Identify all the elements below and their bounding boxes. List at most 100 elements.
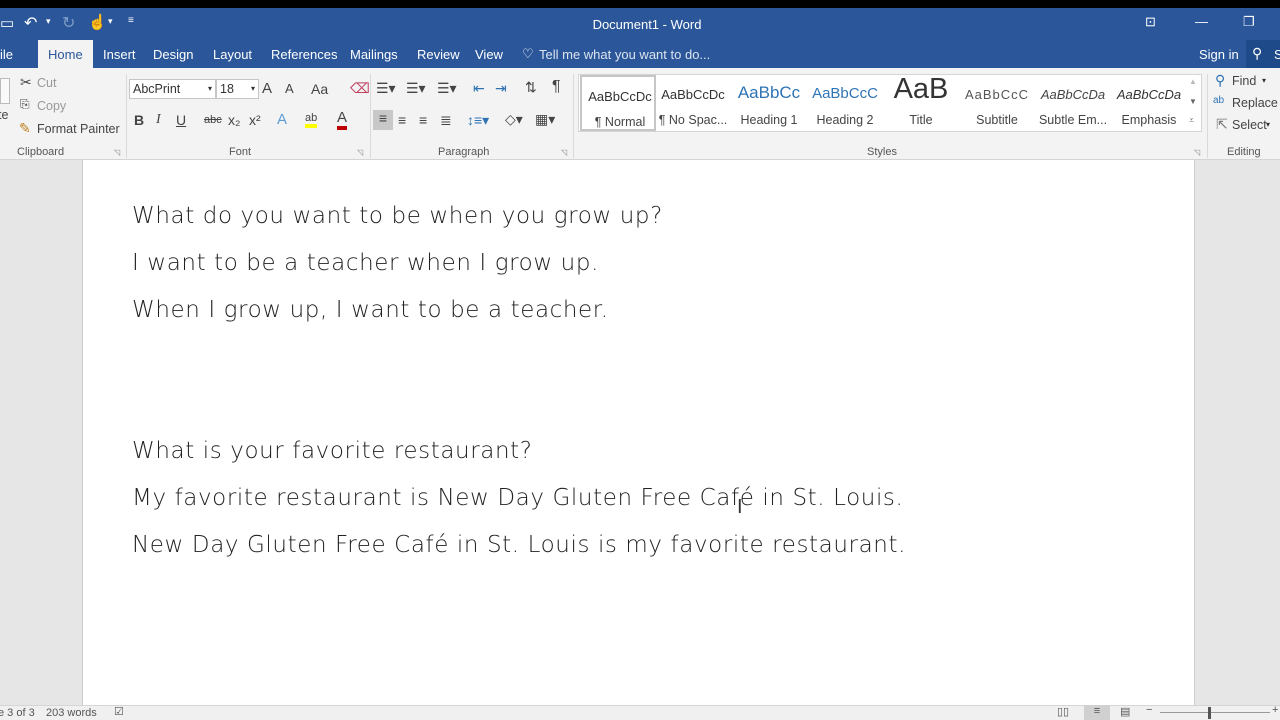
select-button[interactable]: Select bbox=[1232, 118, 1267, 132]
tab-design[interactable]: Design bbox=[145, 40, 201, 68]
tab-review[interactable]: Review bbox=[409, 40, 468, 68]
change-case-button[interactable]: Aa bbox=[311, 81, 328, 97]
restore-button[interactable]: ❐ bbox=[1243, 14, 1255, 30]
style-emphasis[interactable]: AaBbCcDa Emphasis bbox=[1111, 75, 1187, 131]
web-layout-icon[interactable]: ▤ bbox=[1120, 705, 1130, 718]
tab-layout[interactable]: Layout bbox=[205, 40, 260, 68]
style-label: Emphasis bbox=[1121, 113, 1177, 127]
document-line[interactable]: What do you want to be when you grow up? bbox=[132, 203, 663, 229]
minimize-button[interactable]: — bbox=[1195, 14, 1208, 29]
find-dropdown-icon[interactable]: ▾ bbox=[1262, 76, 1266, 85]
document-line[interactable]: New Day Gluten Free Café in St. Louis is… bbox=[132, 532, 906, 558]
style-heading-2[interactable]: AaBbCcC Heading 2 bbox=[807, 75, 883, 131]
clear-formatting-icon[interactable]: ⌫ bbox=[350, 80, 370, 97]
zoom-slider[interactable] bbox=[1160, 712, 1270, 713]
bold-button[interactable]: B bbox=[134, 112, 144, 128]
align-right-button[interactable]: ≡ bbox=[419, 112, 427, 128]
style-preview: AaBbCc bbox=[737, 83, 801, 102]
word-count[interactable]: 203 words bbox=[46, 707, 97, 719]
style-subtle-emphasis[interactable]: AaBbCcDa Subtle Em... bbox=[1035, 75, 1111, 131]
replace-icon: ab bbox=[1213, 95, 1225, 106]
numbering-button[interactable]: ☰▾ bbox=[406, 80, 426, 97]
show-hide-button[interactable]: ¶ bbox=[552, 78, 561, 96]
paste-button[interactable]: te bbox=[0, 108, 8, 122]
tab-view[interactable]: View bbox=[467, 40, 511, 68]
cut-button[interactable]: Cut bbox=[37, 76, 56, 90]
style-preview: AaBbCcDa bbox=[1040, 87, 1106, 102]
tab-references[interactable]: References bbox=[263, 40, 345, 68]
styles-more-button[interactable]: ⩡ bbox=[1189, 115, 1194, 126]
window-title: Document1 - Word bbox=[592, 17, 702, 32]
format-painter-button[interactable]: Format Painter bbox=[37, 122, 120, 136]
multilevel-list-button[interactable]: ☰▾ bbox=[437, 80, 457, 97]
read-mode-icon[interactable]: ▯▯ bbox=[1057, 705, 1069, 718]
borders-button[interactable]: ▦▾ bbox=[535, 111, 555, 128]
text-effects-button[interactable]: A bbox=[277, 111, 287, 128]
superscript-button[interactable]: x² bbox=[249, 112, 261, 128]
font-launcher-icon[interactable]: ◹ bbox=[357, 148, 363, 157]
underline-button[interactable]: U bbox=[176, 112, 186, 128]
tab-file[interactable]: ile bbox=[0, 40, 21, 68]
italic-button[interactable]: I bbox=[156, 112, 161, 128]
tab-insert[interactable]: Insert bbox=[95, 40, 144, 68]
group-label-paragraph: Paragraph bbox=[438, 146, 490, 158]
decrease-indent-button[interactable]: ⇤ bbox=[473, 80, 485, 97]
style-preview: AaB bbox=[893, 73, 949, 105]
tab-home[interactable]: Home bbox=[38, 40, 93, 68]
font-color-button[interactable]: A bbox=[337, 110, 348, 130]
page-count[interactable]: e 3 of 3 bbox=[0, 707, 35, 719]
style-label: ¶ No Spac... bbox=[658, 113, 728, 127]
styles-scroll-up[interactable]: ▲ bbox=[1189, 77, 1197, 86]
document-line[interactable]: My favorite restaurant is New Day Gluten… bbox=[132, 485, 903, 511]
zoom-in-button[interactable]: + bbox=[1272, 704, 1278, 716]
highlight-button[interactable]: ab bbox=[305, 112, 318, 128]
style-preview: AaBbCcC bbox=[964, 87, 1030, 102]
bullets-button[interactable]: ☰▾ bbox=[376, 80, 396, 97]
select-dropdown-icon[interactable]: ▾ bbox=[1266, 120, 1270, 129]
tab-mailings[interactable]: Mailings bbox=[342, 40, 406, 68]
font-size-value: 18 bbox=[220, 82, 234, 96]
paragraph-launcher-icon[interactable]: ◹ bbox=[561, 148, 567, 157]
font-name-select[interactable]: AbcPrint ▾ bbox=[129, 79, 216, 99]
group-label-font: Font bbox=[229, 146, 252, 158]
find-button[interactable]: Find bbox=[1232, 74, 1256, 88]
document-line[interactable]: What is your favorite restaurant? bbox=[132, 438, 533, 464]
replace-button[interactable]: Replace bbox=[1232, 96, 1278, 110]
style-label: Title bbox=[909, 113, 933, 127]
grow-font-button[interactable]: A bbox=[262, 80, 272, 97]
style-normal[interactable]: AaBbCcDc ¶ Normal bbox=[580, 75, 656, 131]
document-line[interactable]: I want to be a teacher when I grow up. bbox=[132, 250, 599, 276]
document-line[interactable]: When I grow up, I want to be a teacher. bbox=[132, 297, 609, 323]
styles-launcher-icon[interactable]: ◹ bbox=[1194, 148, 1200, 157]
subscript-button[interactable]: x₂ bbox=[228, 112, 240, 128]
share-person-icon: ⚲ bbox=[1252, 45, 1263, 61]
font-size-select[interactable]: 18 ▾ bbox=[216, 79, 259, 99]
shading-button[interactable]: ◇▾ bbox=[505, 111, 523, 128]
share-button[interactable]: ⚲ S bbox=[1246, 40, 1280, 68]
sort-button[interactable]: ⇅ bbox=[525, 79, 537, 96]
align-left-button[interactable]: ≡ bbox=[373, 110, 393, 130]
proofing-icon[interactable]: ☑ bbox=[114, 705, 124, 718]
align-center-button[interactable]: ≡ bbox=[398, 112, 406, 128]
clipboard-launcher-icon[interactable]: ◹ bbox=[114, 148, 120, 157]
sign-in-link[interactable]: Sign in bbox=[1199, 47, 1239, 62]
style-subtitle[interactable]: AaBbCcC Subtitle bbox=[959, 75, 1035, 131]
shrink-font-button[interactable]: A bbox=[285, 81, 294, 96]
line-spacing-button[interactable]: ↕≡▾ bbox=[467, 112, 489, 129]
zoom-out-button[interactable]: − bbox=[1146, 704, 1152, 716]
justify-button[interactable]: ≣ bbox=[440, 112, 452, 129]
style-heading-1[interactable]: AaBbCc Heading 1 bbox=[731, 75, 807, 131]
tell-me-search[interactable]: Tell me what you want to do... bbox=[539, 47, 710, 62]
style-no-spacing[interactable]: AaBbCcDc ¶ No Spac... bbox=[655, 75, 731, 131]
increase-indent-button[interactable]: ⇥ bbox=[495, 80, 507, 97]
style-title[interactable]: AaB Title bbox=[883, 73, 959, 131]
copy-button[interactable]: Copy bbox=[37, 99, 66, 113]
zoom-slider-thumb[interactable] bbox=[1208, 707, 1211, 719]
ribbon-display-options-icon[interactable]: ⊡ bbox=[1145, 14, 1156, 30]
document-page[interactable] bbox=[82, 160, 1195, 705]
lightbulb-icon: ♡ bbox=[522, 46, 534, 61]
print-layout-icon[interactable]: ≡ bbox=[1084, 705, 1110, 720]
strikethrough-button[interactable]: abc bbox=[204, 114, 222, 126]
group-label-styles: Styles bbox=[867, 146, 897, 158]
styles-scroll-down[interactable]: ▼ bbox=[1189, 97, 1197, 106]
